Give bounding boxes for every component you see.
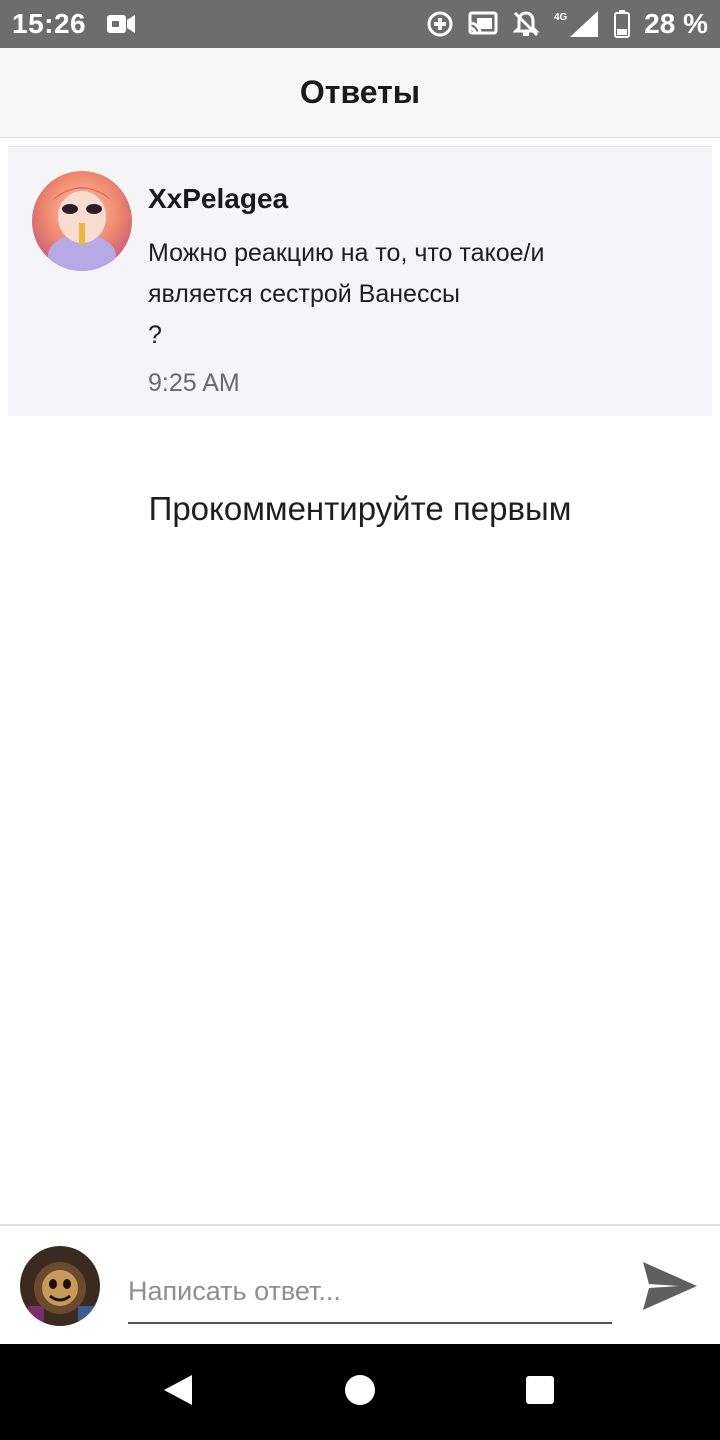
- back-button[interactable]: [158, 1372, 198, 1412]
- home-icon: [344, 1374, 376, 1411]
- send-icon: [641, 1260, 699, 1317]
- recents-icon: [525, 1375, 555, 1410]
- battery-icon: [614, 10, 631, 38]
- top-app-bar: Ответы: [0, 48, 720, 138]
- original-comment: XxPelagea Можно реакцию на то, что такое…: [8, 146, 712, 416]
- cast-icon: [468, 11, 498, 37]
- status-left: 15:26: [12, 8, 136, 40]
- video-camera-icon: [106, 13, 136, 35]
- reply-composer: [0, 1224, 720, 1344]
- send-button[interactable]: [638, 1256, 702, 1320]
- comment-timestamp: 9:25 AM: [148, 369, 240, 397]
- back-icon: [162, 1373, 194, 1412]
- status-right: 4G 28 %: [426, 8, 708, 40]
- page-title: Ответы: [299, 74, 421, 110]
- 4g-signal-icon: 4G: [554, 9, 600, 39]
- notifications-off-icon: [512, 10, 540, 38]
- data-saver-icon: [426, 10, 454, 38]
- system-nav-bar: [0, 1344, 720, 1440]
- empty-replies-message: Прокомментируйте первым: [148, 490, 572, 527]
- reply-input[interactable]: [128, 1260, 612, 1324]
- status-bar: 15:26 4G 28 %: [0, 0, 720, 48]
- comment-text: Можно реакцию на то, что такое/и являетс…: [148, 239, 545, 349]
- battery-percentage: 28 %: [644, 8, 708, 39]
- svg-text:4G: 4G: [554, 12, 568, 23]
- user-avatar: [20, 1246, 100, 1326]
- recents-button[interactable]: [520, 1372, 560, 1412]
- status-time: 15:26: [12, 8, 87, 39]
- home-button[interactable]: [340, 1372, 380, 1412]
- author-avatar[interactable]: [32, 171, 132, 271]
- comment-author[interactable]: XxPelagea: [148, 183, 288, 215]
